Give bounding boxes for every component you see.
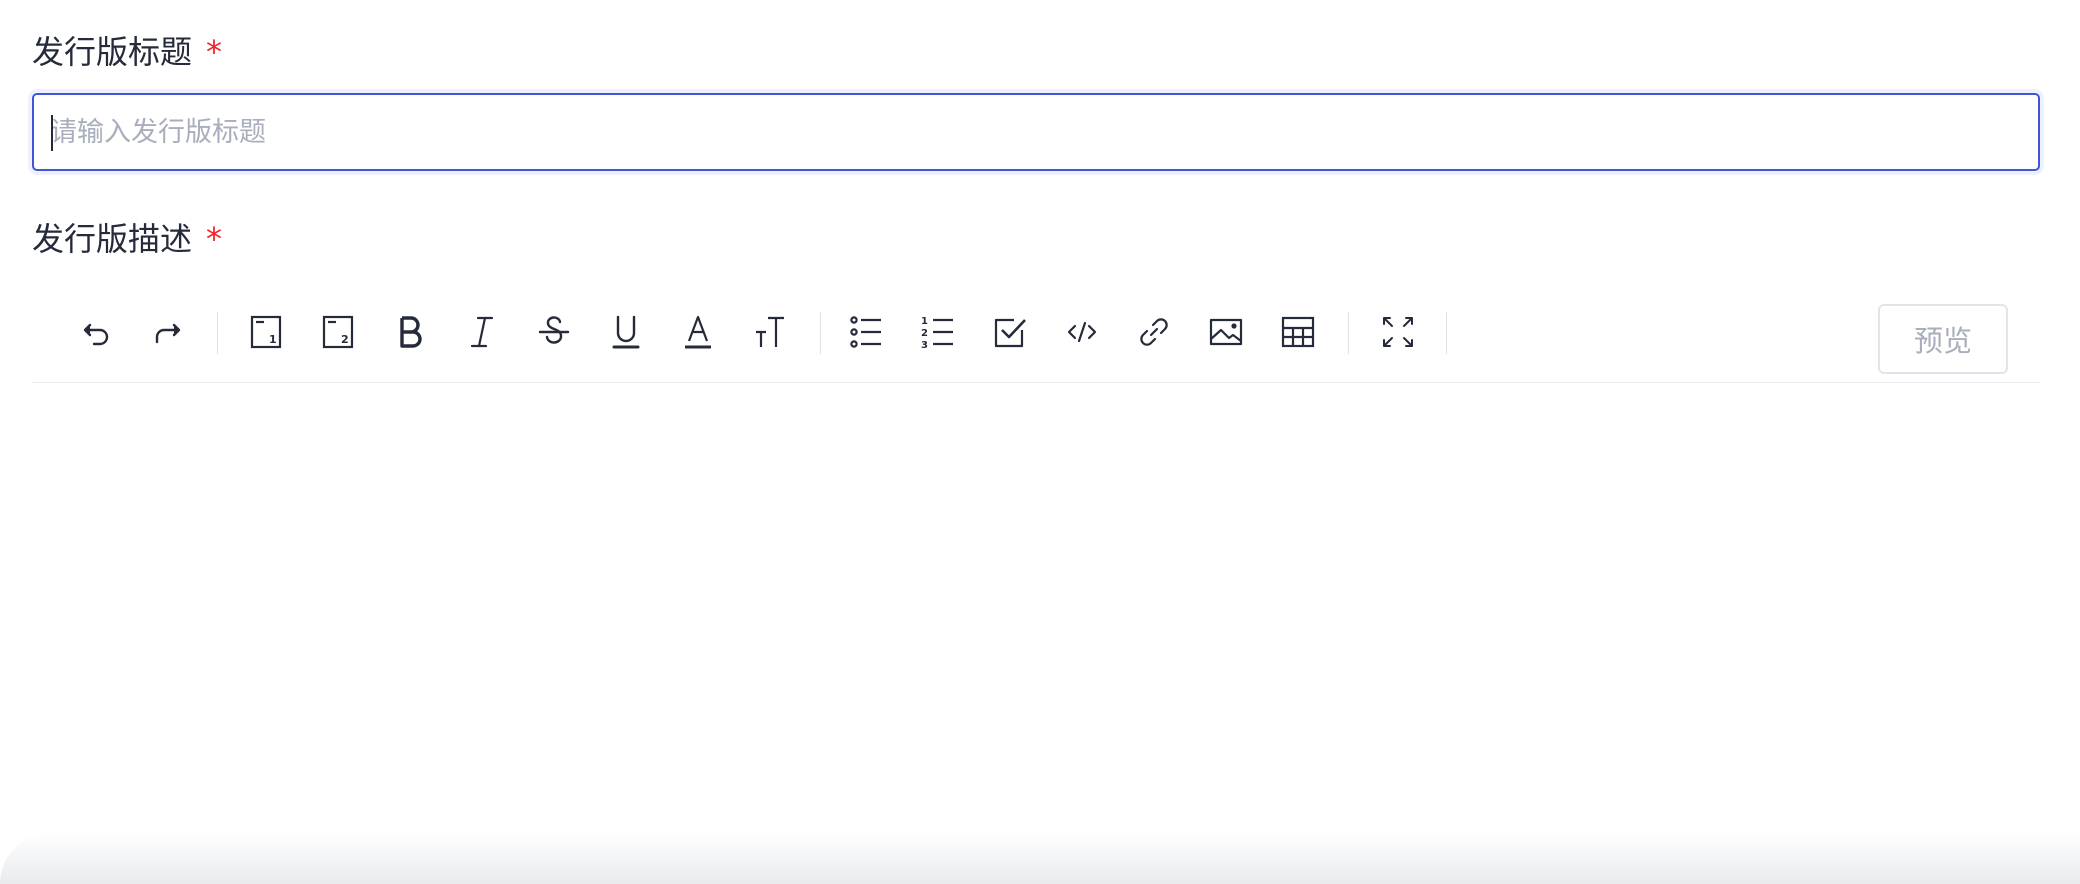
release-title-input[interactable] xyxy=(32,93,2040,171)
code-icon[interactable] xyxy=(1060,310,1104,354)
bottom-panel-edge xyxy=(0,832,2080,884)
strikethrough-icon[interactable] xyxy=(532,310,576,354)
text-caret xyxy=(51,115,53,151)
svg-text:3: 3 xyxy=(921,340,928,351)
svg-text:2: 2 xyxy=(341,333,349,346)
heading-1-icon[interactable]: 1 xyxy=(244,310,288,354)
editor-content-area[interactable] xyxy=(32,384,2040,824)
toolbar-separator xyxy=(1446,312,1447,354)
table-icon[interactable] xyxy=(1276,310,1320,354)
link-icon[interactable] xyxy=(1132,310,1176,354)
task-list-icon[interactable] xyxy=(988,310,1032,354)
release-description-label: 发行版描述 * xyxy=(32,219,222,259)
underline-icon[interactable] xyxy=(604,310,648,354)
bold-icon[interactable] xyxy=(388,310,432,354)
fullscreen-icon[interactable] xyxy=(1376,310,1420,354)
toolbar-separator xyxy=(217,312,218,354)
release-title-label: 发行版标题 * xyxy=(32,32,222,72)
release-title-label-text: 发行版标题 xyxy=(32,33,193,71)
svg-text:1: 1 xyxy=(921,316,928,327)
required-mark: * xyxy=(206,33,223,71)
font-size-icon[interactable] xyxy=(748,310,792,354)
preview-button[interactable]: 预览 xyxy=(1878,304,2008,374)
editor-toolbar: 1 2 1 2 3 预览 xyxy=(32,296,2040,383)
font-color-icon[interactable] xyxy=(676,310,720,354)
heading-2-icon[interactable]: 2 xyxy=(316,310,360,354)
italic-icon[interactable] xyxy=(460,310,504,354)
bulleted-list-icon[interactable] xyxy=(844,310,888,354)
toolbar-separator xyxy=(820,312,821,354)
redo-icon[interactable] xyxy=(146,310,190,354)
toolbar-separator xyxy=(1348,312,1349,354)
release-description-label-text: 发行版描述 xyxy=(32,220,193,258)
numbered-list-icon[interactable]: 1 2 3 xyxy=(916,310,960,354)
undo-icon[interactable] xyxy=(74,310,118,354)
release-form: 发行版标题 * 发行版描述 * 1 xyxy=(0,0,2080,884)
image-icon[interactable] xyxy=(1204,310,1248,354)
required-mark: * xyxy=(206,220,223,258)
svg-text:2: 2 xyxy=(921,328,928,339)
svg-text:1: 1 xyxy=(269,333,277,346)
